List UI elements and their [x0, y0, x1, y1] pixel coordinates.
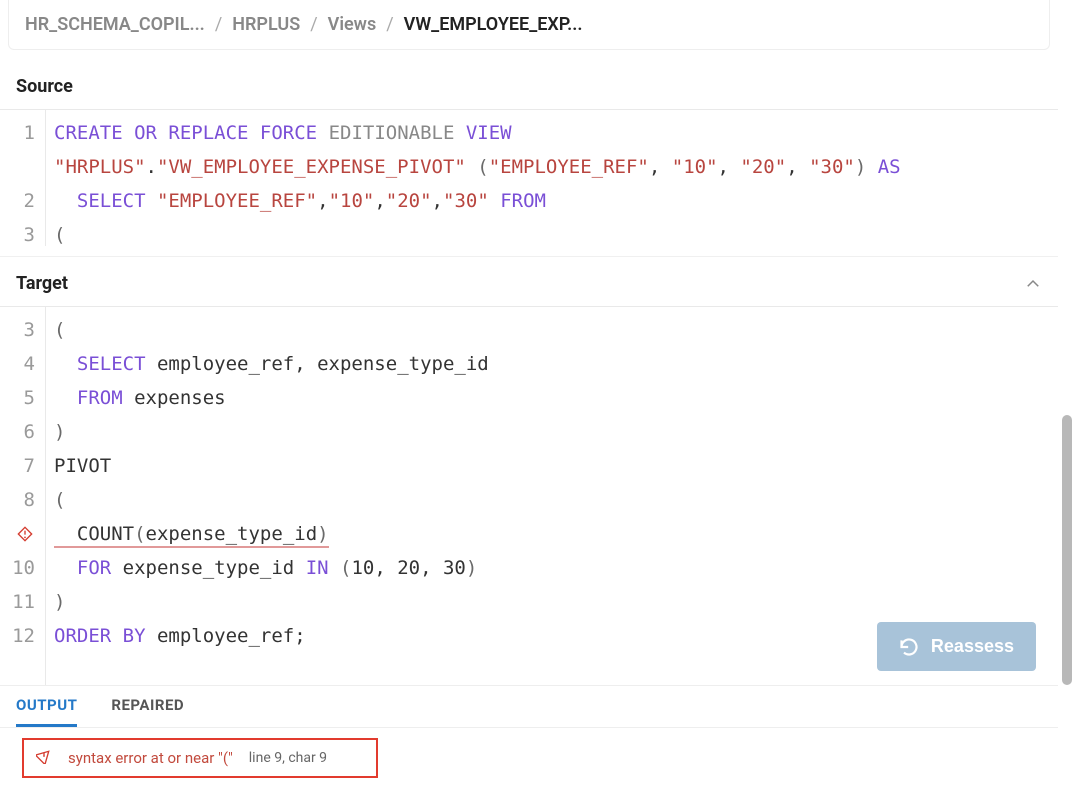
target-gutter: 345678 101112	[0, 307, 46, 685]
breadcrumb-item[interactable]: HRPLUS	[232, 14, 300, 35]
breadcrumb-sep: /	[310, 14, 317, 35]
code-line[interactable]: SELECT "EMPLOYEE_REF","10","20","30" FRO…	[54, 184, 1050, 218]
error-row[interactable]: syntax error at or near "(" line 9, char…	[22, 738, 378, 778]
line-number: 1	[0, 116, 39, 150]
code-line[interactable]: FROM expenses	[54, 381, 1050, 415]
refresh-icon	[899, 637, 919, 657]
breadcrumb: HR_SCHEMA_COPIL... / HRPLUS / Views / VW…	[25, 14, 1033, 35]
error-location: line 9, char 9	[249, 750, 327, 766]
target-editor[interactable]: 345678 101112 ( SELECT employee_ref, expe…	[0, 307, 1058, 685]
error-gutter-icon	[17, 526, 33, 542]
breadcrumb-sep: /	[386, 14, 393, 35]
code-line[interactable]: (	[54, 313, 1050, 347]
target-title: Target	[16, 273, 68, 294]
line-number: 8	[0, 483, 39, 517]
source-section-header[interactable]: Source	[0, 60, 1058, 110]
breadcrumb-sep: /	[215, 14, 222, 35]
reassess-button[interactable]: Reassess	[877, 622, 1036, 671]
error-message: syntax error at or near "("	[68, 749, 233, 767]
line-number: 7	[0, 449, 39, 483]
line-number	[0, 150, 39, 184]
line-number: 11	[0, 585, 39, 619]
line-number: 3	[0, 218, 39, 246]
code-line[interactable]: "HRPLUS"."VW_EMPLOYEE_EXPENSE_PIVOT" ("E…	[54, 150, 1050, 184]
code-line[interactable]: )	[54, 585, 1050, 619]
error-icon	[36, 748, 52, 768]
source-gutter: 1 23	[0, 110, 46, 246]
output-tabs: OUTPUT REPAIRED	[0, 685, 1058, 728]
tab-output[interactable]: OUTPUT	[16, 696, 77, 727]
line-number: 6	[0, 415, 39, 449]
source-code[interactable]: CREATE OR REPLACE FORCE EDITIONABLE VIEW…	[46, 110, 1058, 246]
code-line[interactable]: PIVOT	[54, 449, 1050, 483]
breadcrumb-item[interactable]: HR_SCHEMA_COPIL...	[25, 14, 205, 35]
page-scrollbar-thumb[interactable]	[1062, 415, 1072, 685]
chevron-up-icon[interactable]	[1024, 275, 1042, 293]
code-line[interactable]: SELECT employee_ref, expense_type_id	[54, 347, 1050, 381]
source-title: Source	[16, 76, 73, 97]
source-editor[interactable]: 1 23 CREATE OR REPLACE FORCE EDITIONABLE …	[0, 110, 1058, 246]
line-number: 12	[0, 619, 39, 653]
breadcrumb-card: HR_SCHEMA_COPIL... / HRPLUS / Views / VW…	[8, 0, 1050, 50]
line-number: 3	[0, 313, 39, 347]
code-line[interactable]: FOR expense_type_id IN (10, 20, 30)	[54, 551, 1050, 585]
code-line[interactable]: (	[54, 483, 1050, 517]
code-line[interactable]: COUNT(expense_type_id)	[54, 517, 1050, 551]
reassess-label: Reassess	[931, 636, 1014, 657]
code-line[interactable]: (	[54, 218, 1050, 246]
line-number: 2	[0, 184, 39, 218]
code-line[interactable]: )	[54, 415, 1050, 449]
code-line[interactable]: CREATE OR REPLACE FORCE EDITIONABLE VIEW	[54, 116, 1050, 150]
line-number	[0, 517, 39, 551]
line-number: 10	[0, 551, 39, 585]
breadcrumb-item-current: VW_EMPLOYEE_EXP...	[404, 14, 583, 35]
tab-repaired[interactable]: REPAIRED	[111, 696, 184, 727]
breadcrumb-item[interactable]: Views	[328, 14, 377, 35]
line-number: 4	[0, 347, 39, 381]
line-number: 5	[0, 381, 39, 415]
target-section-header[interactable]: Target	[0, 256, 1058, 307]
